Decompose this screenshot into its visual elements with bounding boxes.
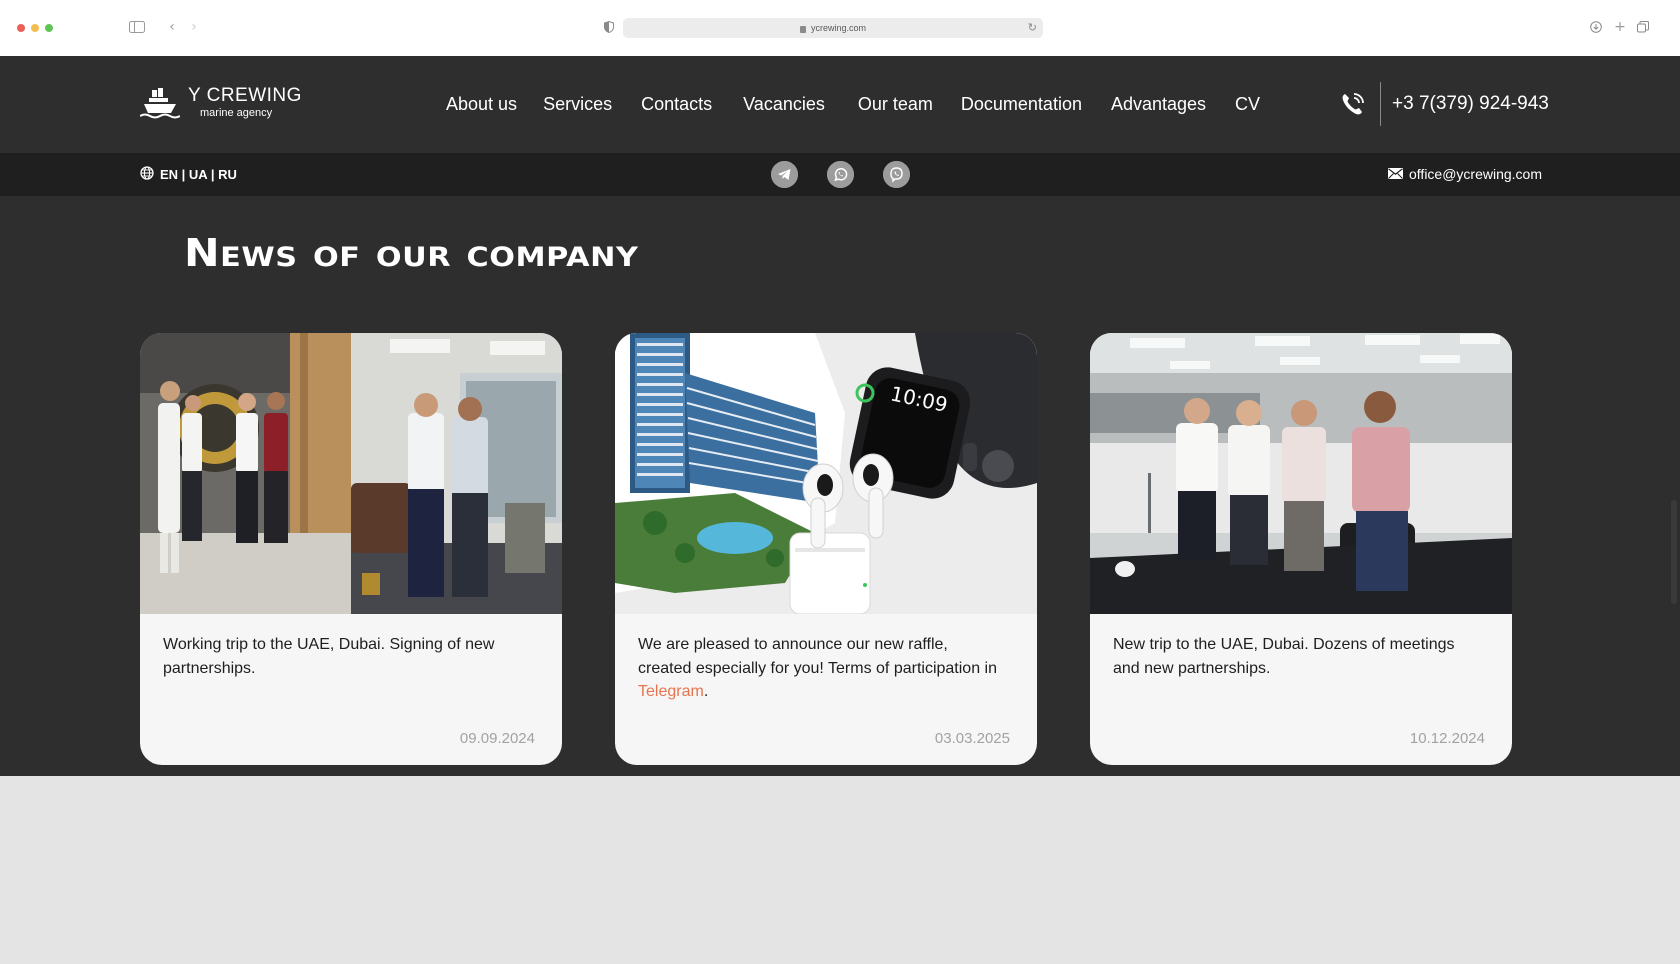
lock-icon (799, 25, 806, 33)
news-card-date: 10.12.2024 (1409, 730, 1485, 747)
site-header: Y CREWING marine agency About us Service… (0, 56, 1680, 153)
envelope-icon (1388, 166, 1403, 182)
scrollbar-thumb[interactable] (1671, 500, 1677, 604)
nav-services[interactable]: Services (543, 94, 612, 115)
logo[interactable]: Y CREWING marine agency (139, 85, 302, 120)
news-heading: News of our company (184, 231, 639, 275)
nav-our-team[interactable]: Our team (858, 94, 933, 115)
news-card[interactable]: Working trip to the UAE, Dubai. Signing … (140, 333, 562, 765)
close-window-button[interactable] (17, 24, 25, 32)
news-card-text: We are pleased to announce our new raffl… (638, 633, 998, 704)
phone-number[interactable]: +3 7(379) 924-943 (1392, 93, 1549, 115)
nav-cv[interactable]: CV (1235, 94, 1260, 115)
reload-icon[interactable]: ↻ (1028, 21, 1037, 34)
nav-advantages[interactable]: Advantages (1111, 94, 1206, 115)
phone-separator (1380, 82, 1381, 126)
tabs-overview-icon[interactable] (1633, 17, 1653, 37)
news-card-text-end: . (703, 683, 709, 700)
phone-contact[interactable]: +3 7(379) 924-943 (1340, 82, 1549, 126)
address-url: ycrewing.com (810, 23, 866, 33)
news-card[interactable]: 10:09 We are pleased to announce our new… (615, 333, 1037, 765)
new-tab-icon[interactable]: + (1610, 17, 1630, 37)
news-photo-raffle: 10:09 (615, 333, 1037, 614)
viber-icon[interactable] (883, 161, 910, 188)
download-icon[interactable] (1586, 17, 1606, 37)
contact-subbar: EN | UA | RU office@ycrewing.com (0, 153, 1680, 196)
email-address[interactable]: office@ycrewing.com (1409, 166, 1542, 182)
news-card[interactable]: New trip to the UAE, Dubai. Dozens of me… (1090, 333, 1512, 765)
email-contact[interactable]: office@ycrewing.com (1388, 166, 1542, 182)
news-cards: Working trip to the UAE, Dubai. Signing … (140, 333, 1540, 765)
news-card-text: New trip to the UAE, Dubai. Dozens of me… (1113, 636, 1455, 677)
logo-title: Y CREWING (188, 85, 302, 106)
news-photo-new-trip (1090, 333, 1512, 614)
sidebar-toggle-icon[interactable] (127, 17, 147, 37)
privacy-shield-icon[interactable] (599, 17, 619, 37)
window-controls (17, 24, 53, 32)
phone-icon (1340, 91, 1366, 117)
news-card-date: 09.09.2024 (459, 730, 535, 747)
nav-about-us[interactable]: About us (446, 94, 517, 115)
telegram-icon[interactable] (771, 161, 798, 188)
whatsapp-icon[interactable] (827, 161, 854, 188)
logo-subtitle: marine agency (200, 107, 273, 119)
footer-area (0, 776, 1680, 964)
social-links (771, 161, 910, 188)
nav-contacts[interactable]: Contacts (641, 94, 712, 115)
back-icon[interactable]: ‹ (162, 17, 182, 37)
news-photo-uae-trip (140, 333, 562, 614)
forward-icon[interactable]: › (184, 17, 204, 37)
language-options[interactable]: EN | UA | RU (160, 167, 237, 182)
news-card-text: Working trip to the UAE, Dubai. Signing … (163, 636, 495, 677)
news-card-text-main: We are pleased to announce our new raffl… (638, 636, 997, 677)
ship-logo-icon (139, 87, 181, 119)
telegram-link[interactable]: Telegram (638, 683, 704, 700)
minimize-window-button[interactable] (31, 24, 39, 32)
maximize-window-button[interactable] (45, 24, 53, 32)
main-nav: About us Services Contacts Vacancies Our… (446, 94, 1260, 115)
address-bar[interactable]: ycrewing.com ↻ (623, 18, 1043, 38)
browser-chrome: ‹ › ycrewing.com ↻ + (0, 0, 1680, 56)
news-card-date: 03.03.2025 (934, 730, 1010, 747)
nav-vacancies[interactable]: Vacancies (743, 94, 825, 115)
language-switcher[interactable]: EN | UA | RU (140, 166, 237, 183)
nav-documentation[interactable]: Documentation (961, 94, 1082, 115)
globe-icon (140, 166, 154, 183)
